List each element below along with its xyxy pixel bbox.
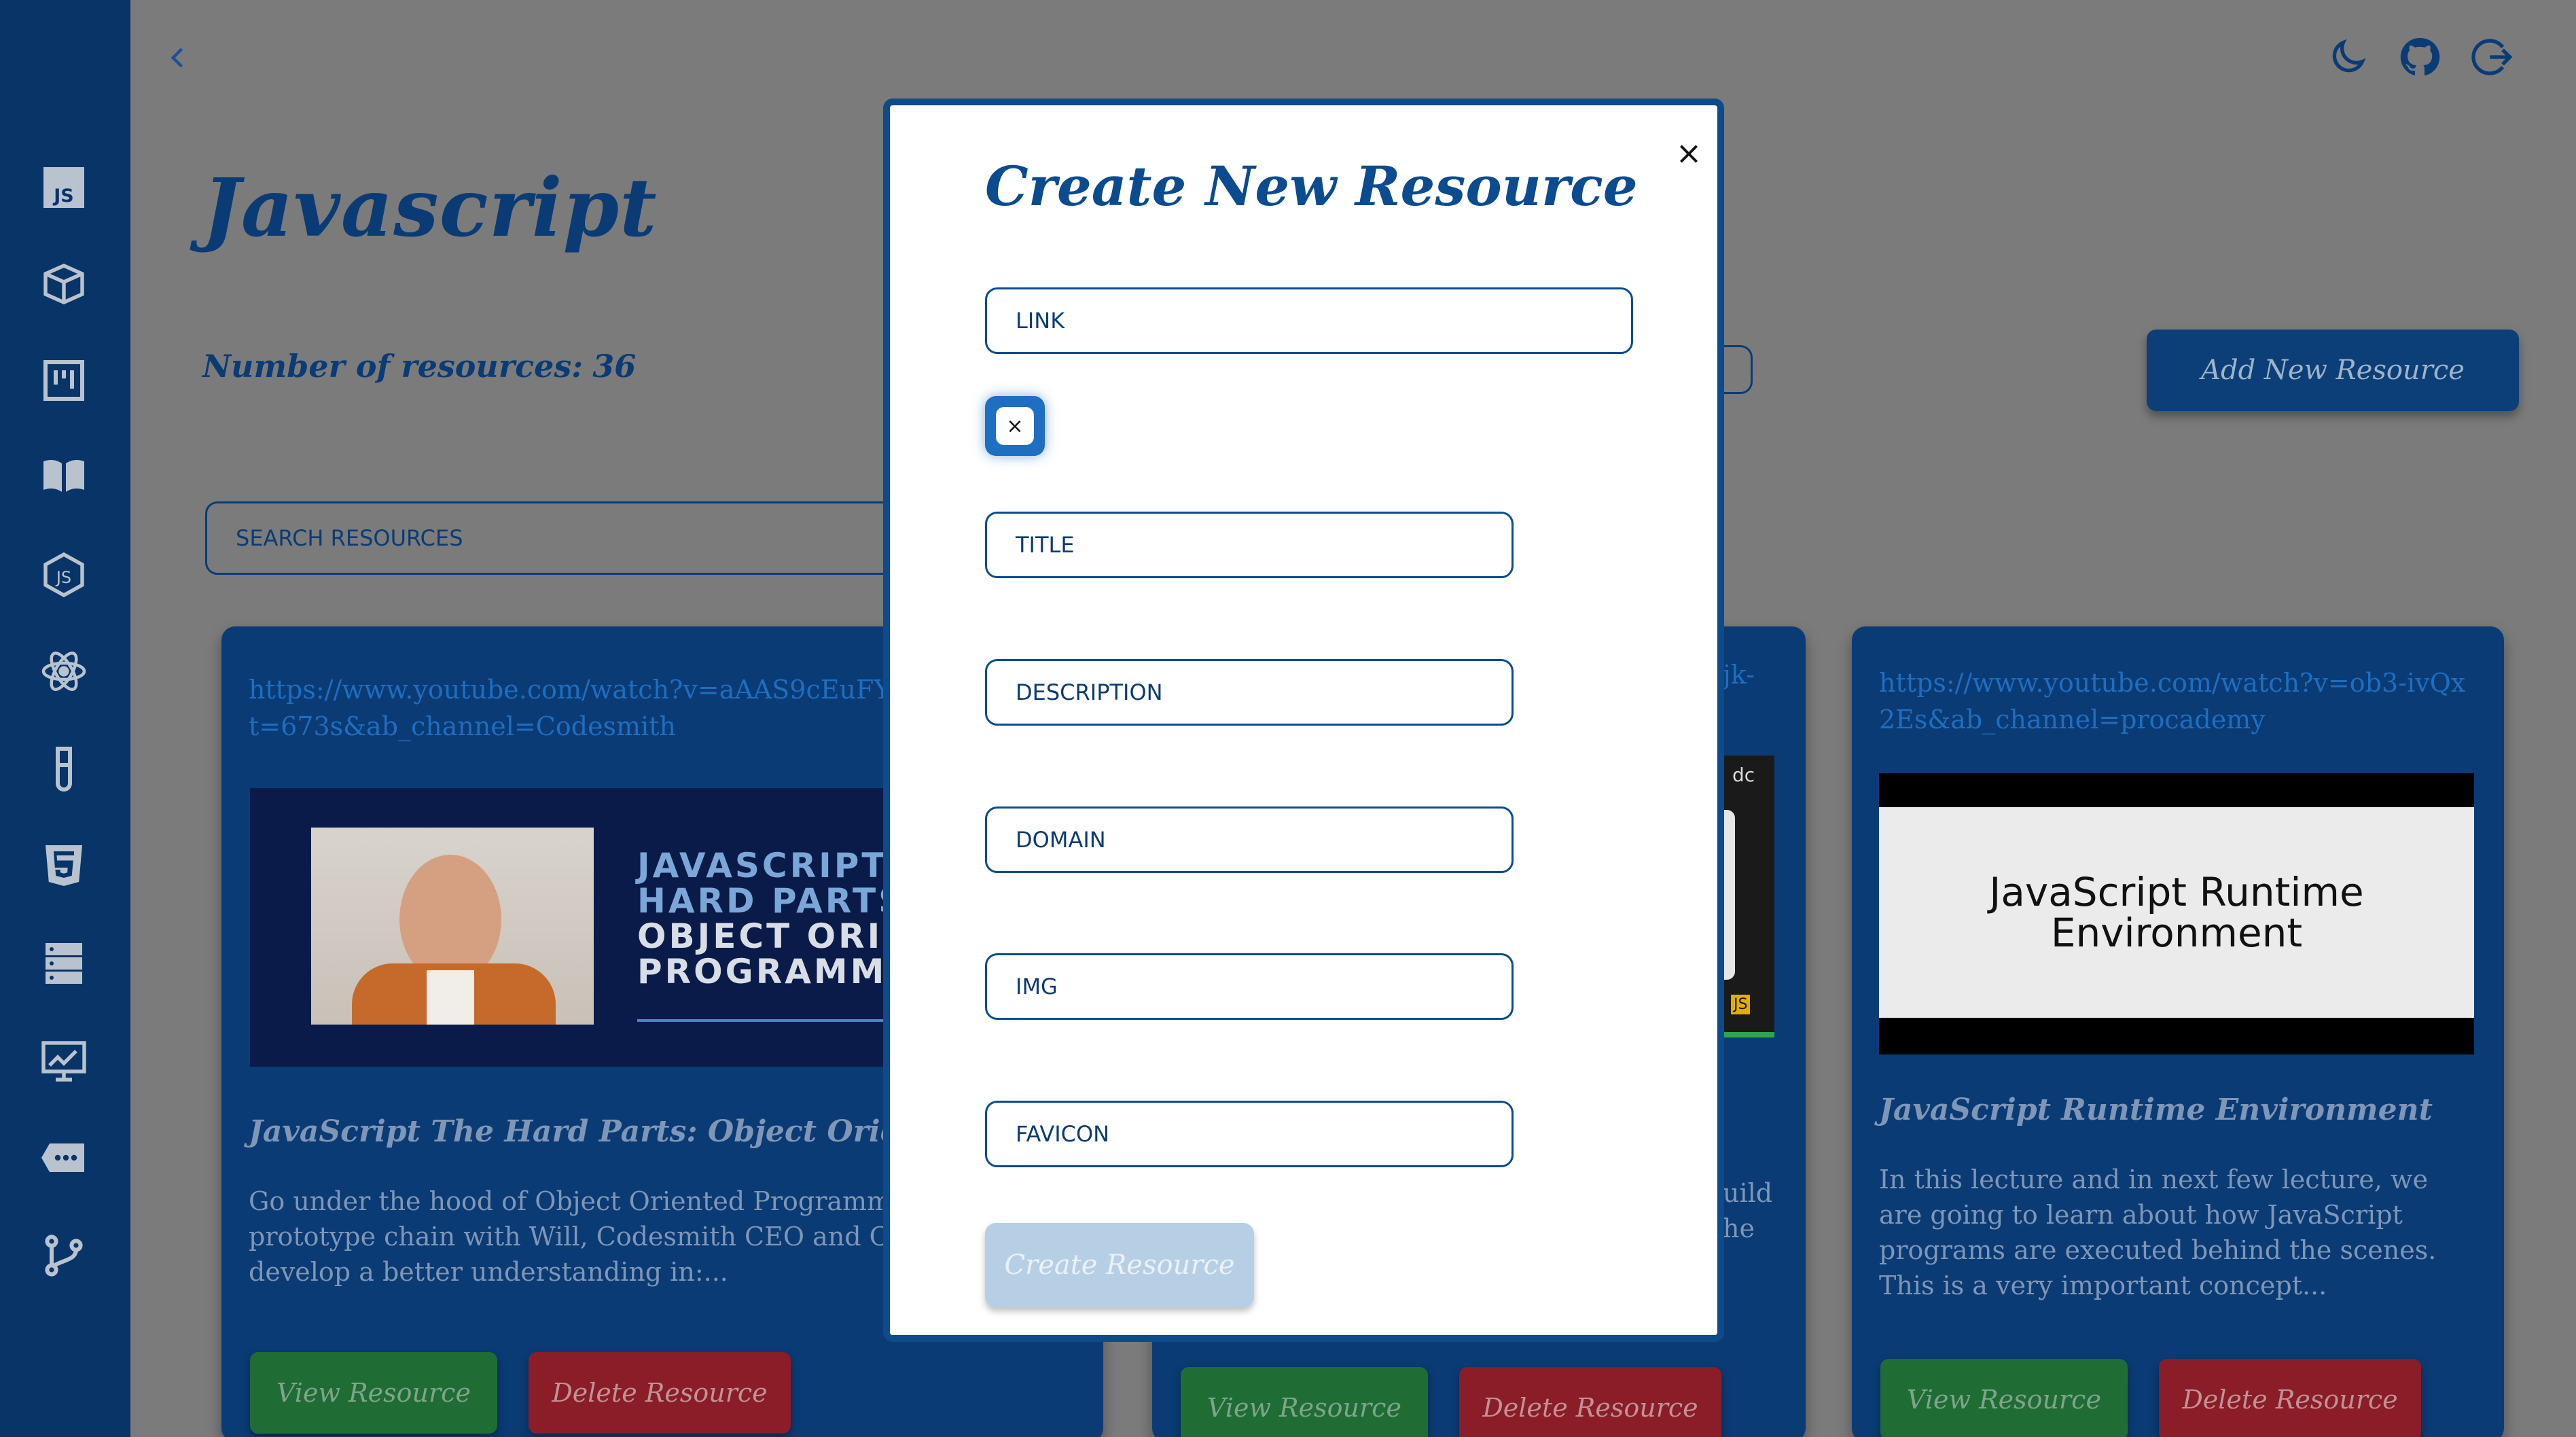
search-input[interactable]: SEARCH RESOURCES: [205, 501, 952, 575]
nodejs-icon[interactable]: JS: [38, 549, 90, 601]
card-thumbnail: JAVASCRIPT HARD PARTS OBJECT ORIE PROGRA…: [250, 788, 929, 1067]
close-icon: ×: [996, 407, 1034, 445]
delete-resource-button[interactable]: Delete Resource: [1459, 1367, 1721, 1437]
kanban-icon[interactable]: [38, 355, 90, 406]
chart-board-icon[interactable]: [38, 1035, 90, 1087]
clear-button[interactable]: ×: [985, 396, 1045, 456]
modal-title: Create New Resource: [985, 154, 1638, 218]
github-icon[interactable]: [2398, 35, 2441, 79]
favicon-field[interactable]: FAVICON: [985, 1101, 1514, 1167]
moon-icon[interactable]: [2326, 35, 2369, 79]
card-description: Go under the hood of Object Oriented Pro…: [249, 1186, 956, 1287]
back-chevron-icon[interactable]: [163, 37, 193, 78]
resource-count-label: Number of resources:: [202, 348, 584, 385]
git-branch-icon[interactable]: [38, 1230, 90, 1281]
svg-text:JS: JS: [52, 185, 74, 207]
close-icon[interactable]: ×: [1670, 134, 1708, 172]
img-field[interactable]: IMG: [985, 953, 1514, 1020]
card-thumbnail: JavaScript Runtime Environment: [1879, 773, 2474, 1054]
page-title: Javascript: [202, 160, 658, 255]
book-icon[interactable]: [38, 450, 90, 501]
thumbnail-text: JAVASCRIPT HARD PARTS OBJECT ORIE PROGRA…: [637, 846, 909, 991]
delete-resource-button[interactable]: Delete Resource: [529, 1352, 791, 1434]
domain-field[interactable]: DOMAIN: [985, 806, 1514, 873]
delete-resource-button[interactable]: Delete Resource: [2159, 1359, 2421, 1437]
description-field[interactable]: DESCRIPTION: [985, 659, 1514, 726]
view-resource-button[interactable]: View Resource: [1880, 1359, 2128, 1437]
card-link[interactable]: jk-: [1723, 656, 1755, 693]
link-field[interactable]: LINK: [985, 287, 1633, 354]
thumbnail-text: JavaScript Runtime Environment: [1989, 869, 2364, 956]
box-icon[interactable]: [38, 258, 90, 310]
card-title: JavaScript Runtime Environment: [1879, 1093, 2433, 1127]
css3-icon[interactable]: [38, 840, 90, 891]
test-tube-icon[interactable]: [38, 743, 90, 795]
sidebar: JS JS: [0, 0, 130, 1437]
react-icon[interactable]: [38, 645, 90, 697]
create-resource-button[interactable]: Create Resource: [985, 1223, 1254, 1307]
title-field[interactable]: TITLE: [985, 512, 1514, 578]
svg-text:JS: JS: [55, 568, 71, 587]
add-new-resource-button[interactable]: Add New Resource: [2147, 330, 2519, 411]
card-description: uild he: [1723, 1178, 1773, 1243]
view-resource-button[interactable]: View Resource: [250, 1352, 497, 1434]
create-resource-modal: Create New Resource × LINK × TITLE DESCR…: [883, 99, 1724, 1342]
view-resource-button[interactable]: View Resource: [1181, 1367, 1428, 1437]
card-thumbnail: dc JS: [1723, 756, 1774, 1037]
resource-card: https://www.youtube.com/watch?v=ob3-ivQx…: [1852, 626, 2504, 1437]
server-icon[interactable]: [38, 938, 90, 989]
card-link[interactable]: https://www.youtube.com/watch?v=aAAS9cEu…: [249, 671, 928, 745]
logout-icon[interactable]: [2470, 35, 2514, 79]
js-icon[interactable]: JS: [38, 162, 90, 213]
presenter-photo: [311, 828, 594, 1025]
resource-count-value: 36: [592, 348, 637, 385]
card-description: In this lecture and in next few lecture,…: [1879, 1165, 2437, 1300]
resource-count: Number of resources: 36: [202, 348, 636, 385]
message-dots-icon[interactable]: [38, 1132, 90, 1184]
card-link[interactable]: https://www.youtube.com/watch?v=ob3-ivQx…: [1879, 664, 2477, 738]
